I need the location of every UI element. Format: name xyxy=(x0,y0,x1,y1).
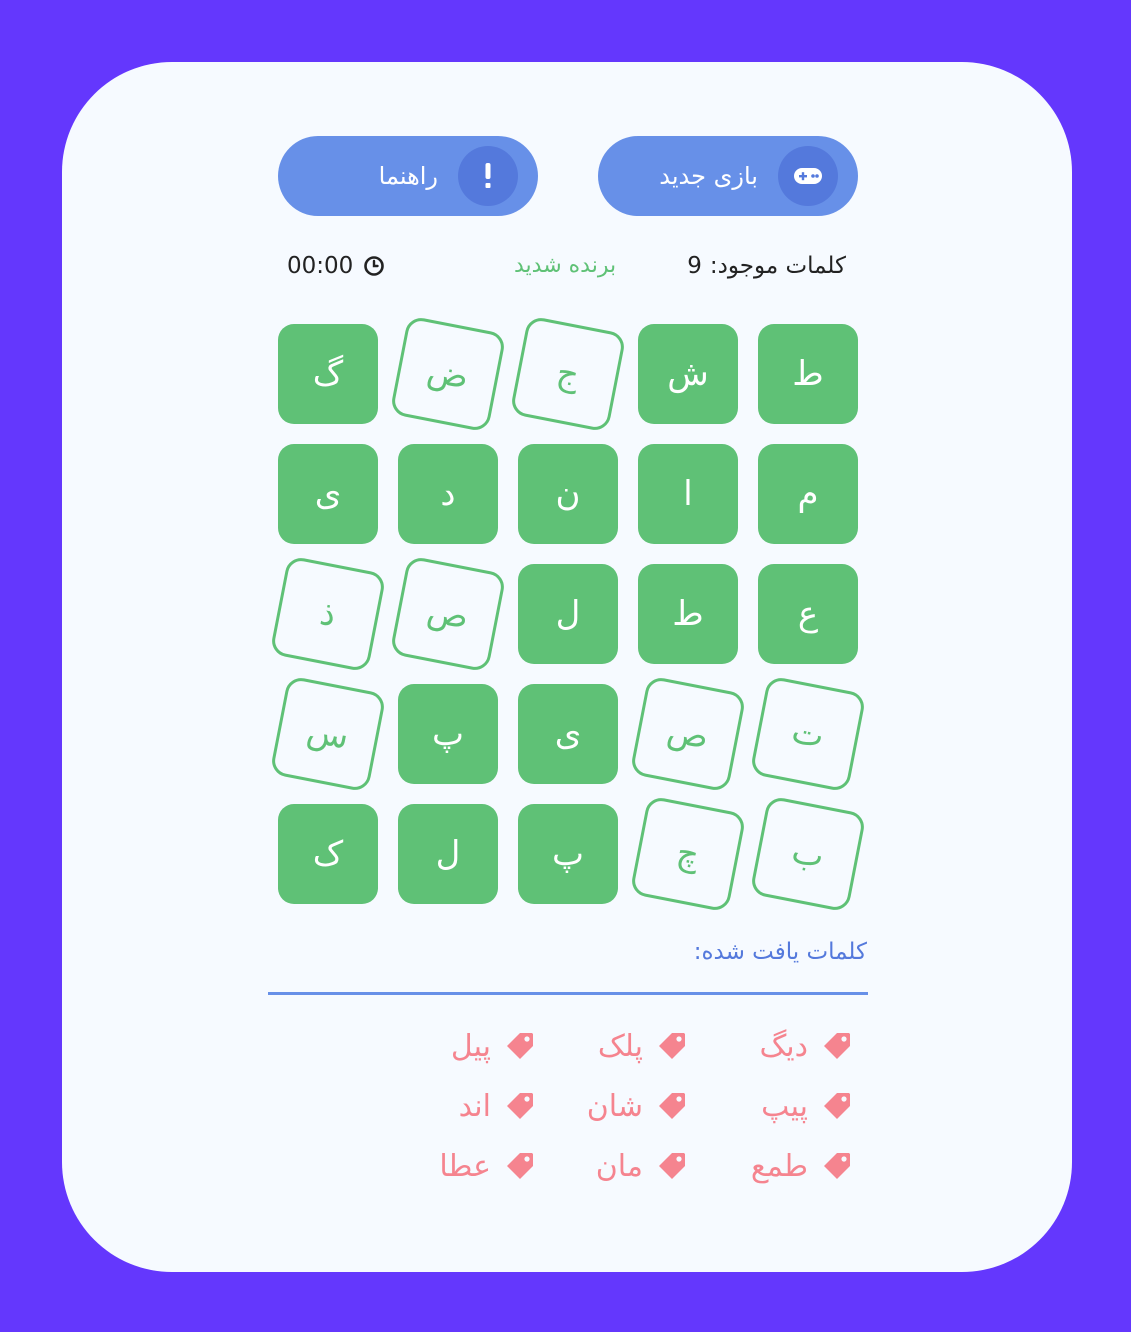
found-word: اند xyxy=(459,1086,535,1126)
words-available-count: 9 xyxy=(687,253,702,279)
clock-icon xyxy=(363,255,385,277)
found-word-text: پلک xyxy=(597,1028,643,1064)
letter-tile[interactable]: ص xyxy=(629,675,747,793)
found-word: پلک xyxy=(598,1026,687,1066)
letter-tile[interactable]: ی xyxy=(278,444,378,544)
words-available-label: کلمات موجود: xyxy=(709,253,846,279)
letter-tile[interactable]: ن xyxy=(518,444,618,544)
found-word-text: شان xyxy=(586,1088,643,1124)
found-word: عطا xyxy=(439,1146,535,1186)
tag-icon xyxy=(822,1091,852,1121)
letter-tile[interactable]: گ xyxy=(278,324,378,424)
letter-tile[interactable]: ی xyxy=(518,684,618,784)
words-available: کلمات موجود: 9 xyxy=(687,248,846,284)
game-card xyxy=(62,62,1072,1272)
letter-tile[interactable]: چ xyxy=(629,795,747,913)
new-game-button[interactable]: بازی جدید xyxy=(598,136,858,216)
found-word-text: پیل xyxy=(450,1028,491,1064)
letter-tile[interactable]: د xyxy=(398,444,498,544)
letter-tile[interactable]: ت xyxy=(749,675,867,793)
found-word-text: مان xyxy=(595,1148,643,1184)
found-word-text: طمع xyxy=(750,1148,808,1184)
letter-tile[interactable]: ج xyxy=(509,315,627,433)
tag-icon xyxy=(505,1151,535,1181)
found-word: پیل xyxy=(451,1026,535,1066)
found-word-text: اند xyxy=(458,1088,491,1124)
letter-tile[interactable]: ا xyxy=(638,444,738,544)
tag-icon xyxy=(822,1031,852,1061)
tag-icon xyxy=(505,1091,535,1121)
letter-tile[interactable]: ش xyxy=(638,324,738,424)
letter-tile[interactable]: ط xyxy=(758,324,858,424)
found-word-text: دیگ xyxy=(759,1028,808,1064)
found-word: پیپ xyxy=(761,1086,852,1126)
letter-tile[interactable]: پ xyxy=(398,684,498,784)
found-words-divider xyxy=(268,992,868,995)
letter-tile[interactable]: ض xyxy=(389,315,507,433)
letter-tile[interactable]: س xyxy=(269,675,387,793)
timer: 00:00 xyxy=(287,248,385,284)
exclamation-icon xyxy=(458,146,518,206)
letter-tile[interactable]: ط xyxy=(638,564,738,664)
timer-value: 00:00 xyxy=(287,253,354,279)
letter-tile[interactable]: ب xyxy=(749,795,867,913)
tag-icon xyxy=(657,1031,687,1061)
result-message: برنده شدید xyxy=(514,253,617,278)
tag-icon xyxy=(657,1151,687,1181)
tag-icon xyxy=(505,1031,535,1061)
help-button[interactable]: راهنما xyxy=(278,136,538,216)
found-word-text: پیپ xyxy=(761,1088,808,1124)
gamepad-icon xyxy=(778,146,838,206)
tag-icon xyxy=(822,1151,852,1181)
found-word: مان xyxy=(596,1146,687,1186)
found-word: طمع xyxy=(751,1146,852,1186)
letter-tile[interactable]: ل xyxy=(518,564,618,664)
letter-tile[interactable]: ک xyxy=(278,804,378,904)
letter-tile[interactable]: ل xyxy=(398,804,498,904)
letter-tile[interactable]: ذ xyxy=(269,555,387,673)
letter-tile[interactable]: ع xyxy=(758,564,858,664)
new-game-label: بازی جدید xyxy=(659,162,758,190)
letter-tile[interactable]: پ xyxy=(518,804,618,904)
found-words-title: کلمات یافت شده: xyxy=(693,939,867,965)
found-word-text: عطا xyxy=(439,1148,491,1184)
help-label: راهنما xyxy=(378,162,438,190)
found-word: دیگ xyxy=(759,1026,852,1066)
found-word: شان xyxy=(587,1086,687,1126)
letter-tile[interactable]: م xyxy=(758,444,858,544)
tag-icon xyxy=(657,1091,687,1121)
letter-tile[interactable]: ص xyxy=(389,555,507,673)
